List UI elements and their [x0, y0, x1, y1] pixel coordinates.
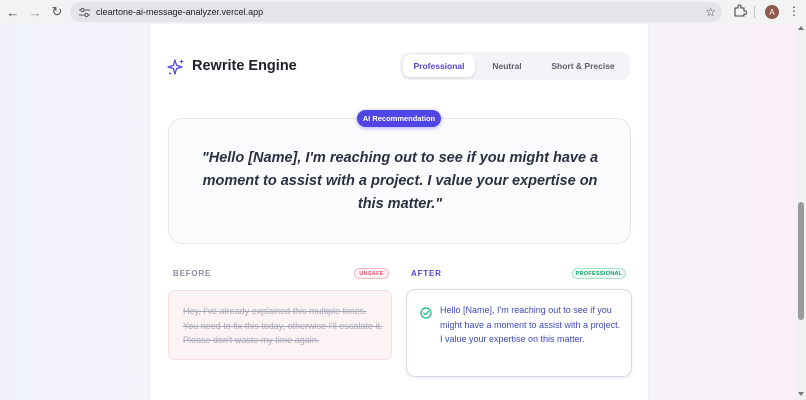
- before-label: BEFORE: [173, 269, 212, 278]
- page-title: Rewrite Engine: [192, 58, 297, 74]
- forward-icon[interactable]: →: [24, 1, 46, 23]
- sparkles-icon: [167, 58, 185, 76]
- star-icon[interactable]: ☆: [705, 5, 716, 19]
- tone-tabs: Professional Neutral Short & Precise: [400, 52, 630, 80]
- avatar[interactable]: A: [765, 5, 779, 19]
- tune-icon[interactable]: [76, 7, 92, 17]
- after-message-box: Hello [Name], I'm reaching out to see if…: [406, 289, 632, 377]
- rewrite-engine-card: Rewrite Engine Professional Neutral Shor…: [149, 24, 649, 400]
- url-text[interactable]: cleartone-ai-message-analyzer.vercel.app: [96, 7, 263, 17]
- recommendation-text: "Hello [Name], I'm reaching out to see i…: [201, 150, 599, 212]
- page-viewport: Rewrite Engine Professional Neutral Shor…: [0, 24, 797, 400]
- address-bar[interactable]: cleartone-ai-message-analyzer.vercel.app…: [70, 2, 722, 22]
- browser-toolbar: ← → ↻ cleartone-ai-message-analyzer.verc…: [0, 0, 806, 24]
- menu-icon[interactable]: ⋮: [788, 4, 800, 18]
- page-scrollbar[interactable]: [797, 24, 806, 400]
- back-icon[interactable]: ←: [2, 1, 24, 23]
- after-message-text: Hello [Name], I'm reaching out to see if…: [440, 305, 621, 344]
- tab-professional[interactable]: Professional: [403, 55, 475, 77]
- scroll-up-icon[interactable]: [798, 26, 804, 30]
- professional-badge: PROFESSIONAL: [572, 268, 626, 279]
- extensions-icon[interactable]: [733, 4, 748, 23]
- scroll-down-icon[interactable]: [798, 392, 804, 396]
- after-label: AFTER: [411, 269, 442, 278]
- before-message-text: Hey, I've already explained this multipl…: [183, 306, 383, 345]
- tab-neutral[interactable]: Neutral: [475, 55, 539, 77]
- check-circle-icon: [420, 306, 432, 319]
- ai-recommendation-badge: AI Recommendation: [357, 110, 441, 127]
- unsafe-badge: UNSAFE: [354, 268, 389, 279]
- scroll-thumb[interactable]: [798, 202, 804, 320]
- reload-icon[interactable]: ↻: [46, 1, 68, 23]
- toolbar-divider: [754, 6, 755, 18]
- before-message-box: Hey, I've already explained this multipl…: [168, 290, 392, 360]
- tab-short-precise[interactable]: Short & Precise: [539, 55, 627, 77]
